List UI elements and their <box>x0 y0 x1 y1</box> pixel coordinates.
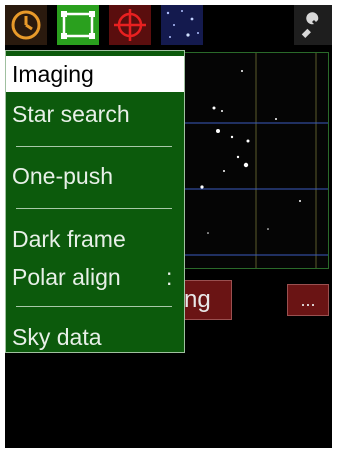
menu-divider <box>16 208 172 209</box>
menu-item-label: Star search <box>12 101 130 127</box>
menu-item-label: Sky data <box>12 324 102 350</box>
wrench-icon <box>301 12 319 38</box>
settings-tool-button[interactable] <box>294 5 332 45</box>
menu-item-label: Polar align <box>12 264 121 290</box>
camera-preview[interactable] <box>183 52 329 269</box>
app-screen: ng ... Imaging Star search One-push Dark… <box>5 5 332 448</box>
menu-item-suffix: : <box>166 264 173 290</box>
menu-divider <box>16 306 172 307</box>
stars-tool-button[interactable] <box>161 5 203 45</box>
menu-item-label: Imaging <box>12 61 94 87</box>
menu-divider <box>16 146 172 147</box>
menu-item-star-search[interactable]: Star search <box>6 96 184 132</box>
menu-item-sky-data[interactable]: Sky data <box>6 319 184 355</box>
menu-item-dark-frame[interactable]: Dark frame <box>6 221 184 257</box>
crosshair-icon <box>114 9 146 41</box>
target-tool-button[interactable] <box>109 5 151 45</box>
more-options-label: ... <box>300 289 316 310</box>
menu-item-label: Dark frame <box>12 226 126 252</box>
more-options-button[interactable]: ... <box>287 284 329 316</box>
menu-item-imaging[interactable]: Imaging <box>6 56 184 92</box>
menu-item-label: One-push <box>12 163 114 189</box>
menu-item-polar-align[interactable]: Polar align : <box>6 259 184 295</box>
clock-tool-button[interactable] <box>5 5 47 45</box>
star-field <box>184 53 328 268</box>
stars-icon <box>166 10 199 38</box>
frame-tool-button[interactable] <box>57 5 99 45</box>
clock-icon <box>11 10 41 40</box>
start-imaging-label: ng <box>184 286 211 313</box>
mode-menu: Imaging Star search One-push Dark frame … <box>5 50 185 353</box>
menu-item-one-push[interactable]: One-push <box>6 158 184 194</box>
frame-icon <box>61 11 95 39</box>
